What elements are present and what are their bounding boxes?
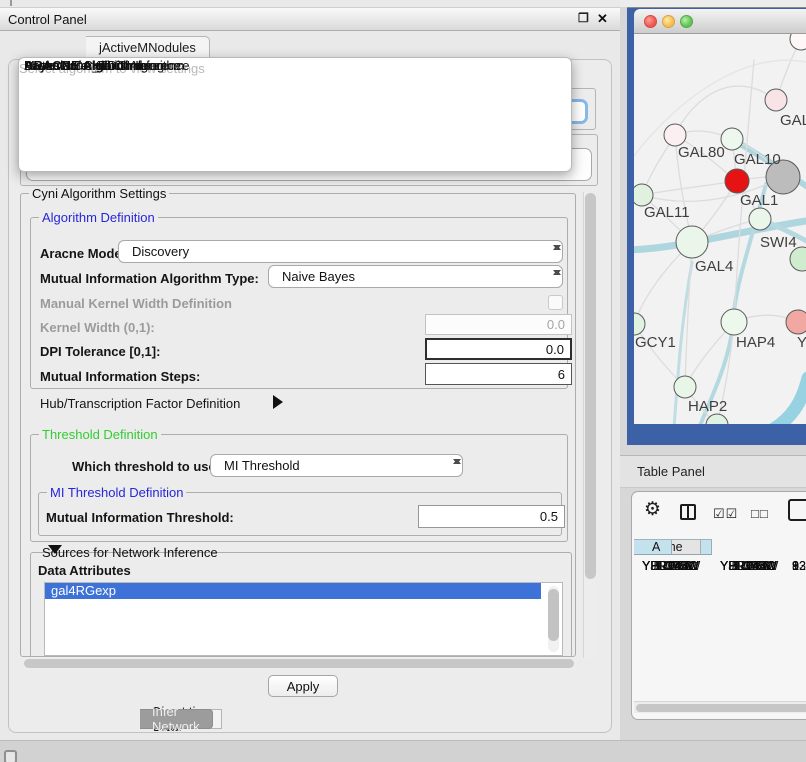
deselect-all-checkboxes-icon[interactable]: □□ <box>751 506 769 521</box>
node-pink-right-label: Y <box>797 334 806 351</box>
node-partial-top[interactable] <box>790 34 806 50</box>
node-gal-cut-label: GAL <box>780 112 806 129</box>
close-icon[interactable]: ✕ <box>597 11 608 27</box>
node-swi4[interactable] <box>749 208 771 230</box>
expand-right-icon[interactable] <box>273 395 283 409</box>
gear-icon[interactable]: ⚙ <box>644 498 661 521</box>
attribute-item[interactable]: gal4RGexp <box>45 583 541 599</box>
collapse-down-icon[interactable] <box>48 545 62 554</box>
dpi-tolerance-field[interactable]: 0.0 <box>425 338 572 360</box>
kernel-width-field[interactable]: 0.0 <box>425 314 572 335</box>
settings-horizontal-scrollbar[interactable] <box>22 657 578 670</box>
aracne-mode-label: Aracne Mode: <box>40 246 126 261</box>
network-edge[interactable] <box>772 378 806 424</box>
network-canvas[interactable]: GAL GAL80 GAL10 GAL1 GAL11 SWI4 GAL4 GCY1 HAP4 Y H… <box>634 34 806 424</box>
mi-threshold-group-title: MI Threshold Definition <box>47 485 186 500</box>
node-swi4-label: SWI4 <box>760 234 797 251</box>
settings-horizontal-scrollbar-thumb[interactable] <box>24 659 574 668</box>
network-edge[interactable] <box>642 181 737 195</box>
node-gal1[interactable] <box>725 169 749 193</box>
table-panel: ⚙ ☑☑ □□ shared...nameA YDL19...YDL19...1… <box>631 491 806 720</box>
node-hap4[interactable] <box>721 309 747 335</box>
cyni-settings-group-title: Cyni Algorithm Settings <box>29 186 169 201</box>
mi-algorithm-type-select[interactable]: Naive Bayes <box>268 265 563 288</box>
node-hap4-label: HAP4 <box>736 334 775 351</box>
table-body: YDL19...YDL19...13YDR27...YDR27...12YBR0… <box>634 559 806 690</box>
node-pink-right[interactable] <box>786 310 806 334</box>
node-gal11-label: GAL11 <box>644 204 690 221</box>
attributes-scrollbar-thumb[interactable] <box>548 589 559 641</box>
screen: Control Panel ❐ ✕ NetworkStyleSelectCyni… <box>0 0 806 762</box>
node-gal80-label: GAL80 <box>678 144 725 161</box>
node-gal4[interactable] <box>676 226 708 258</box>
algorithm-definition-title: Algorithm Definition <box>39 210 158 225</box>
mi-algorithm-type-label: Mutual Information Algorithm Type: <box>40 271 259 286</box>
which-threshold-select[interactable]: MI Threshold <box>210 454 463 477</box>
kernel-width-label: Kernel Width (0,1): <box>40 320 155 335</box>
minimize-traffic-light[interactable] <box>662 15 675 28</box>
which-threshold-label: Which threshold to use: <box>72 459 220 474</box>
node-gcy1-label: GCY1 <box>635 334 676 351</box>
divider-notch <box>10 0 12 6</box>
node-gal11[interactable] <box>634 184 653 206</box>
table-cell: YJL053C <box>634 559 712 576</box>
table-cell: 9 <box>779 559 806 576</box>
mi-threshold-label: Mutual Information Threshold: <box>46 510 234 525</box>
table-horizontal-scrollbar[interactable] <box>634 701 806 713</box>
float-window-icon[interactable]: ❐ <box>578 11 589 25</box>
column-header-A[interactable]: A <box>634 539 672 555</box>
settings-vertical-scrollbar[interactable] <box>583 192 596 658</box>
table-row[interactable]: YJL053CYJL053C9 <box>634 559 806 576</box>
control-panel-titlebar: Control Panel ❐ ✕ <box>0 7 620 31</box>
network-edge[interactable] <box>675 86 776 135</box>
node-gal4-label: GAL4 <box>695 258 733 275</box>
manual-kernel-width-checkbox[interactable] <box>548 295 563 310</box>
settings-vertical-scrollbar-thumb[interactable] <box>585 193 596 579</box>
table-cell: YJL053C <box>712 559 779 576</box>
table-horizontal-scrollbar-thumb[interactable] <box>636 704 806 712</box>
node-gal1-label: GAL1 <box>740 192 778 209</box>
data-attributes-list[interactable]: SelfLoopsTopologicalCoefficientBetweenne… <box>44 582 563 656</box>
table-function-icon-partial[interactable] <box>788 499 806 521</box>
node-hap2[interactable] <box>674 376 696 398</box>
mi-threshold-field[interactable]: 0.5 <box>418 505 565 528</box>
node-gal10-label: GAL10 <box>734 151 781 168</box>
top-strip <box>620 0 806 7</box>
algorithm-option[interactable]: Dream8 DC_TDC Algorithm <box>19 58 184 74</box>
apply-button[interactable]: Apply <box>268 675 338 697</box>
mi-steps-label: Mutual Information Steps: <box>40 369 200 384</box>
algorithm-dropdown-list[interactable]: Select algorithm to view settings Bayesi… <box>18 57 572 172</box>
dpi-tolerance-label: DPI Tolerance [0,1]: <box>40 344 160 359</box>
control-panel-title: Control Panel <box>8 12 87 27</box>
columns-icon[interactable] <box>680 504 696 520</box>
hub-definition-expander[interactable]: Hub/Transcription Factor Definition <box>40 396 240 411</box>
table-panel-header: Table Panel <box>620 455 806 488</box>
node-gal-cut[interactable] <box>765 89 787 111</box>
network-window-titlebar[interactable] <box>634 9 806 34</box>
manual-kernel-width-label: Manual Kernel Width Definition <box>40 296 232 311</box>
node-partial-bottom[interactable] <box>706 414 728 424</box>
node-gal80[interactable] <box>664 124 686 146</box>
network-view-window: GAL GAL80 GAL10 GAL1 GAL11 SWI4 GAL4 GCY1 HAP4 Y H… <box>627 7 806 445</box>
attributes-scrollbar[interactable] <box>548 586 559 652</box>
network-graph <box>634 34 806 424</box>
data-attributes-label: Data Attributes <box>38 563 131 578</box>
tab-jactivemnodules[interactable]: jActiveMNodules <box>86 36 210 59</box>
close-traffic-light[interactable] <box>644 15 657 28</box>
tab-infer-network[interactable]: Infer Network <box>140 709 213 729</box>
table-panel-title: Table Panel <box>637 464 705 479</box>
select-all-checkboxes-icon[interactable]: ☑☑ <box>713 506 738 522</box>
control-panel: Control Panel ❐ ✕ NetworkStyleSelectCyni… <box>0 0 620 740</box>
minimized-window-icon[interactable] <box>4 750 17 762</box>
mi-steps-field[interactable]: 6 <box>425 363 572 385</box>
bottom-strip <box>0 740 806 762</box>
aracne-mode-select[interactable]: Discovery <box>118 240 563 263</box>
node-gcy1[interactable] <box>634 313 645 335</box>
threshold-definition-title: Threshold Definition <box>39 427 161 442</box>
network-edge[interactable] <box>685 242 692 387</box>
node-hap2-label: HAP2 <box>688 398 727 415</box>
zoom-traffic-light[interactable] <box>680 15 693 28</box>
